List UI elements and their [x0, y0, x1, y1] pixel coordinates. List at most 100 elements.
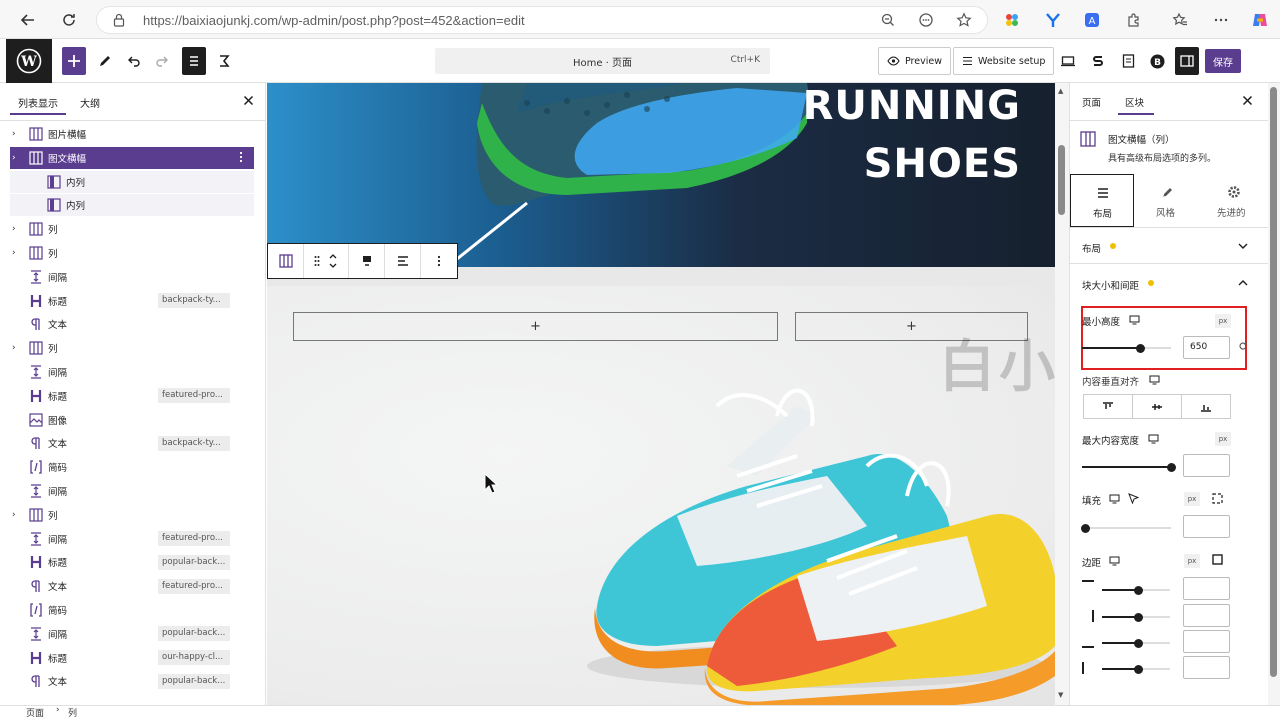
tab-outline[interactable]: 大纲 [80, 95, 100, 110]
image-text-banner[interactable]: + + 白小菌 [267, 286, 1055, 705]
align-middle-icon[interactable] [1133, 395, 1182, 418]
drag-handle-icon[interactable] [314, 255, 320, 267]
star-icon[interactable] [952, 8, 976, 32]
expand-caret-icon[interactable]: › [12, 343, 16, 353]
close-panel-icon[interactable] [1242, 95, 1253, 106]
scrollbar-thumb[interactable] [1270, 87, 1277, 677]
save-button[interactable]: 保存 [1205, 49, 1241, 73]
tab-list-view[interactable]: 列表显示 [18, 95, 58, 110]
unit-px-button[interactable]: px [1184, 554, 1200, 568]
padding-input[interactable] [1183, 515, 1230, 538]
expand-caret-icon[interactable]: › [12, 510, 16, 520]
expand-caret-icon[interactable]: › [12, 129, 16, 139]
back-icon[interactable] [16, 8, 40, 32]
list-item[interactable]: 标题 featured-pro... [0, 385, 265, 407]
list-item[interactable]: 标题 popular-back... [0, 551, 265, 573]
close-icon[interactable] [243, 95, 254, 106]
list-item[interactable]: › 图片横幅 [0, 123, 265, 145]
justify-icon[interactable] [385, 244, 421, 278]
hero-banner[interactable]: RUNNING SHOES [267, 83, 1055, 267]
desktop-icon[interactable] [1109, 494, 1120, 504]
expand-caret-icon[interactable]: › [12, 248, 16, 258]
margin-right-slider[interactable] [1102, 612, 1170, 622]
reload-icon[interactable] [57, 8, 81, 32]
breadcrumb-page[interactable]: 页面 [26, 706, 44, 719]
edit-tool-icon[interactable] [93, 47, 117, 75]
tracking-icon[interactable] [914, 8, 938, 32]
favorites-icon[interactable] [1168, 8, 1192, 32]
align-top-icon[interactable] [1084, 395, 1133, 418]
padding-slider[interactable] [1081, 523, 1171, 533]
list-item[interactable]: › 列 [0, 504, 265, 526]
list-item[interactable]: 间隔 featured-pro... [0, 528, 265, 550]
undo-icon[interactable] [122, 47, 146, 75]
breadcrumb-current[interactable]: 列 [68, 706, 77, 719]
list-item[interactable]: 文本 featured-pro... [0, 575, 265, 597]
canvas-scrollbar[interactable]: ▲ ▼ [1055, 83, 1069, 705]
document-overview-icon[interactable] [182, 47, 206, 75]
list-item[interactable]: › 列 [0, 337, 265, 359]
margin-right-input[interactable] [1183, 604, 1230, 627]
margin-left-input[interactable] [1183, 656, 1230, 679]
list-item[interactable]: › 列 [0, 218, 265, 240]
margin-top-slider[interactable] [1102, 585, 1170, 595]
move-up-down-icon[interactable] [328, 252, 338, 270]
tab-page[interactable]: 页面 [1082, 95, 1101, 109]
zoom-icon[interactable] [876, 8, 900, 32]
scrollbar-thumb[interactable] [1058, 145, 1065, 215]
copilot-icon[interactable] [1248, 8, 1272, 32]
translate-icon[interactable]: A [1080, 8, 1104, 32]
max-width-slider[interactable] [1082, 462, 1176, 472]
block-align-icon[interactable] [349, 244, 385, 278]
more-icon[interactable] [1209, 8, 1233, 32]
margin-bottom-slider[interactable] [1102, 638, 1170, 648]
list-item[interactable]: 文本 [0, 313, 265, 335]
unlink-sides-icon[interactable] [1211, 553, 1224, 566]
command-palette[interactable]: Home · 页面 Ctrl+K [435, 48, 770, 74]
list-item[interactable]: 间隔 [0, 361, 265, 383]
extensions-icon[interactable] [1122, 8, 1146, 32]
website-setup-button[interactable]: Website setup [953, 47, 1055, 75]
url-text[interactable]: https://baixiaojunkj.com/wp-admin/post.p… [143, 13, 525, 28]
list-item[interactable]: 简码 [0, 599, 265, 621]
list-item[interactable]: 间隔 [0, 266, 265, 288]
list-item[interactable]: 图像 [0, 409, 265, 431]
unit-px-button[interactable]: px [1215, 432, 1231, 446]
subtab-style[interactable]: 风格 [1134, 174, 1200, 227]
link-sides-icon[interactable] [1211, 492, 1224, 505]
list-item[interactable]: 间隔 popular-back... [0, 623, 265, 645]
margin-left-slider[interactable] [1102, 664, 1170, 674]
address-bar[interactable]: https://baixiaojunkj.com/wp-admin/post.p… [96, 6, 988, 34]
preview-button[interactable]: Preview [878, 47, 951, 75]
desktop-icon[interactable] [1129, 315, 1140, 325]
list-item[interactable]: 标题 our-happy-cl... [0, 647, 265, 669]
list-item[interactable]: 标题 backpack-ty... [0, 290, 265, 312]
redo-icon[interactable] [150, 47, 174, 75]
b-plugin-icon[interactable]: B [1146, 47, 1168, 75]
list-item[interactable]: 文本 backpack-ty... [0, 432, 265, 454]
list-item[interactable]: › 列 [0, 242, 265, 264]
block-options-icon[interactable] [421, 244, 457, 278]
section-layout-toggle[interactable]: 布局 [1070, 228, 1268, 264]
align-bottom-icon[interactable] [1182, 395, 1230, 418]
settings-sidebar-icon[interactable] [1175, 47, 1199, 75]
list-item[interactable]: 内列 [10, 194, 254, 217]
unit-px-button[interactable]: px [1215, 314, 1231, 328]
pointer-icon[interactable] [1128, 493, 1139, 504]
desktop-icon[interactable] [1149, 375, 1160, 385]
desktop-icon[interactable] [1148, 434, 1159, 444]
list-item[interactable]: › 图文横幅 [10, 146, 254, 169]
subtab-layout[interactable]: 布局 [1070, 174, 1134, 227]
list-item[interactable]: 文本 popular-back... [0, 670, 265, 692]
subtab-advanced[interactable]: 先进的 [1200, 174, 1268, 227]
site-editor-icon[interactable] [212, 47, 236, 75]
min-height-input[interactable]: 650 [1183, 336, 1230, 359]
unit-px-button[interactable]: px [1184, 492, 1200, 506]
min-height-slider[interactable] [1082, 343, 1171, 353]
lock-icon[interactable] [113, 13, 125, 27]
extension-colorful-icon[interactable] [1000, 8, 1024, 32]
add-block-button-left[interactable]: + [293, 312, 778, 341]
margin-bottom-input[interactable] [1183, 630, 1230, 653]
document-icon[interactable] [1117, 47, 1139, 75]
desktop-icon[interactable] [1109, 556, 1120, 566]
